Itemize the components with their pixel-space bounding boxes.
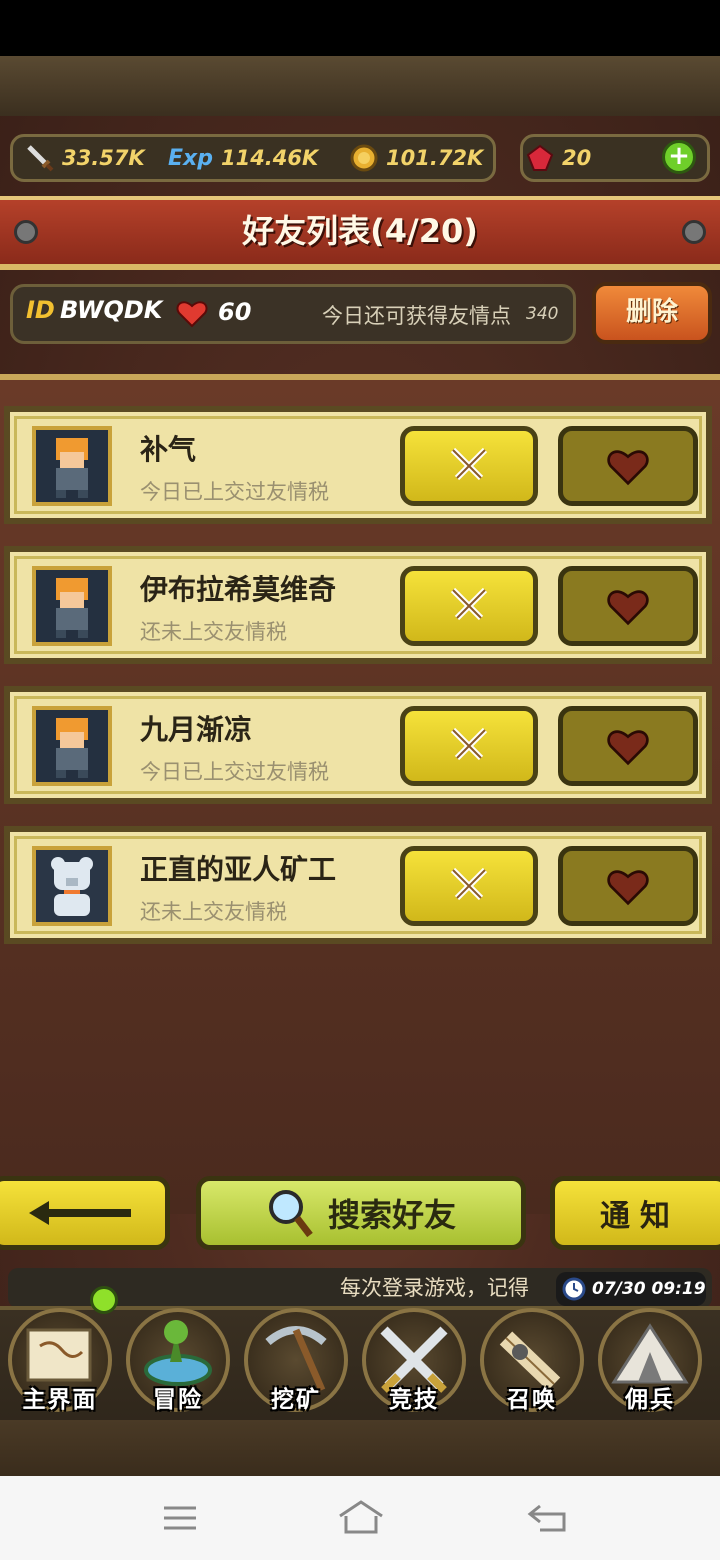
search-friends-label: 搜索好友 [327,1196,456,1234]
heart-icon [176,298,208,332]
system-navigation-bar [0,1476,720,1560]
hearts-count: 60 [218,298,252,326]
heart-icon [607,870,649,906]
hero-avatar[interactable] [32,706,112,786]
coin-icon [348,142,380,174]
nav-mining-label: 挖矿 [271,1387,321,1413]
challenge-button[interactable] [400,566,538,646]
nav-main[interactable]: 主界面 [4,1300,116,1420]
heart-icon [607,450,649,486]
home-icon[interactable] [336,1498,386,1542]
crossed-swords-icon [450,727,488,761]
system-status-bar [0,0,720,56]
nav-main-label: 主界面 [22,1387,98,1413]
crossed-swords-icon [450,587,488,621]
player-id: BWQDK [60,296,163,324]
nav-mining[interactable]: 挖矿 [240,1300,352,1420]
friend-name: 正直的亚人矿工 [140,853,337,886]
arrow-left-icon [29,1201,131,1225]
notification-button[interactable]: 通知 [550,1176,720,1250]
magnifier-icon [266,1187,314,1239]
hero-avatar[interactable] [32,566,112,646]
nav-mercenary-label: 佣兵 [625,1387,675,1413]
nav-arena-label: 竞技 [389,1387,439,1413]
friend-status: 还未上交友情税 [140,900,287,924]
friend-row: 正直的亚人矿工 还未上交友情税 [4,826,712,944]
notification-dot [90,1286,118,1314]
top-wood-frame [0,56,720,116]
delete-button[interactable]: 删除 [592,282,712,344]
friend-status: 还未上交友情税 [140,620,287,644]
bear-avatar[interactable] [32,846,112,926]
exp-value: 114.46K [220,146,319,170]
challenge-button[interactable] [400,846,538,926]
friend-row: 九月渐凉 今日已上交过友情税 [4,686,712,804]
heart-icon [607,730,649,766]
nav-summon[interactable]: 召唤 [476,1300,588,1420]
game-screen: 33.57K Exp 114.46K 101.72K 20 + 好友列表(4/2… [0,56,720,1476]
nav-arena[interactable]: 竞技 [358,1300,470,1420]
bottom-wood-frame [0,1420,720,1476]
challenge-button[interactable] [400,706,538,786]
friend-status: 今日已上交过友情税 [140,760,329,784]
nav-mercenary[interactable]: 佣兵 [594,1300,706,1420]
send-heart-button[interactable] [558,566,698,646]
clock-text: 07/30 09:19 [592,1279,706,1299]
back-nav-icon[interactable] [526,1500,570,1540]
attack-resource: 33.57K [24,138,145,178]
nav-summon-label: 召唤 [507,1387,557,1413]
gem-value: 20 [562,146,592,170]
exp-icon: Exp [168,145,213,171]
friend-row: 补气 今日已上交过友情税 [4,406,712,524]
heart-icon [607,590,649,626]
back-button[interactable] [0,1176,170,1250]
nav-adventure-label: 冒险 [153,1387,203,1413]
page-title: 好友列表(4/20) [242,212,478,250]
gold-resource: 101.72K [348,138,483,178]
attack-value: 33.57K [62,146,145,170]
send-heart-button[interactable] [558,706,698,786]
friendship-text: 今日还可获得友情点 [322,304,511,328]
send-heart-button[interactable] [558,426,698,506]
hero-avatar[interactable] [32,426,112,506]
sword-icon [24,142,56,174]
challenge-button[interactable] [400,426,538,506]
red-gem-icon [524,142,556,174]
gold-value: 101.72K [386,146,484,170]
crossed-swords-icon [450,447,488,481]
gem-resource: 20 [524,138,591,178]
menu-icon[interactable] [160,1502,200,1538]
friend-status: 今日已上交过友情税 [140,480,329,504]
friend-row: 伊布拉希莫维奇 还未上交友情税 [4,546,712,664]
send-heart-button[interactable] [558,846,698,926]
friendship-points: 340 [526,304,559,324]
clock-icon [562,1277,586,1301]
crossed-swords-icon [450,867,488,901]
friend-name: 补气 [140,433,197,466]
add-gems-button[interactable]: + [662,140,696,174]
exp-resource: Exp 114.46K [168,138,318,178]
id-label: ID [26,296,55,324]
friend-name: 伊布拉希莫维奇 [140,573,337,606]
search-friends-button[interactable]: 搜索好友 [196,1176,526,1250]
friend-name: 九月渐凉 [140,713,253,746]
nav-adventure[interactable]: 冒险 [122,1300,234,1420]
